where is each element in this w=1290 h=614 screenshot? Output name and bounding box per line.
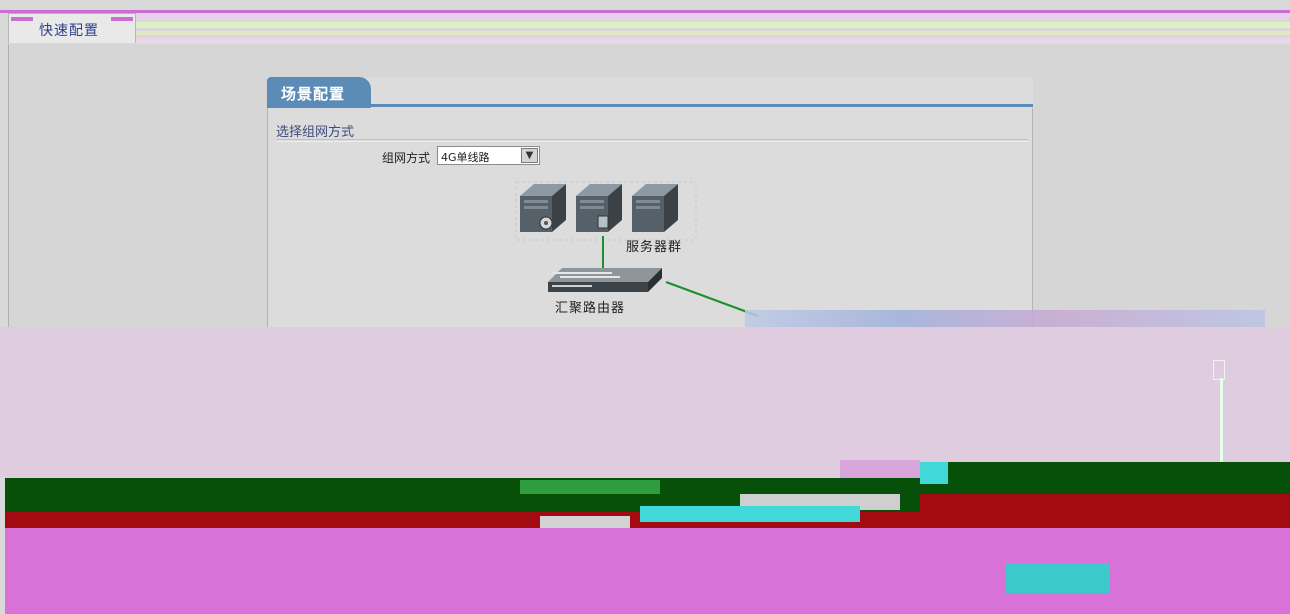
tab-scene-config[interactable]: 场景配置 [267, 77, 371, 108]
render-glitch [920, 462, 948, 484]
tab-strip-line [0, 10, 1290, 13]
render-glitch [520, 480, 660, 494]
networking-mode-select[interactable]: 4G单线路 ▼ [437, 146, 540, 165]
tab-grip [111, 17, 133, 21]
server-group-label: 服务器群 [626, 240, 683, 255]
networking-mode-label: 组网方式 [382, 151, 431, 165]
panel-divider [371, 104, 1033, 107]
render-glitch [840, 460, 920, 478]
section-title: 选择组网方式 [276, 125, 355, 140]
tab-quick-config-label: 快速配置 [39, 23, 99, 39]
render-glitch [0, 327, 1290, 477]
tab-strip-band [135, 22, 1290, 28]
router-icon [548, 268, 662, 292]
render-glitch [1213, 360, 1225, 380]
server-icon [520, 184, 566, 232]
section-divider [276, 141, 1028, 142]
tab-grip [11, 17, 33, 21]
tab-strip-band [135, 14, 1290, 20]
networking-mode-value: 4G单线路 [441, 151, 490, 164]
section-divider [276, 139, 1028, 140]
render-glitch [540, 516, 630, 528]
tab-quick-config[interactable]: 快速配置 [8, 13, 136, 43]
chevron-down-icon[interactable]: ▼ [521, 148, 538, 163]
server-icon [632, 184, 678, 232]
router-label: 汇聚路由器 [555, 301, 626, 316]
panel-border [267, 108, 268, 327]
render-glitch [1005, 563, 1110, 593]
tab-strip-band [135, 31, 1290, 35]
panel-title: 场景配置 [281, 85, 346, 103]
render-glitch [640, 506, 860, 522]
render-glitch [1220, 378, 1223, 464]
server-icon [576, 184, 622, 232]
render-glitch [920, 462, 1290, 494]
panel-border [1032, 108, 1033, 327]
render-glitch [920, 494, 1290, 512]
